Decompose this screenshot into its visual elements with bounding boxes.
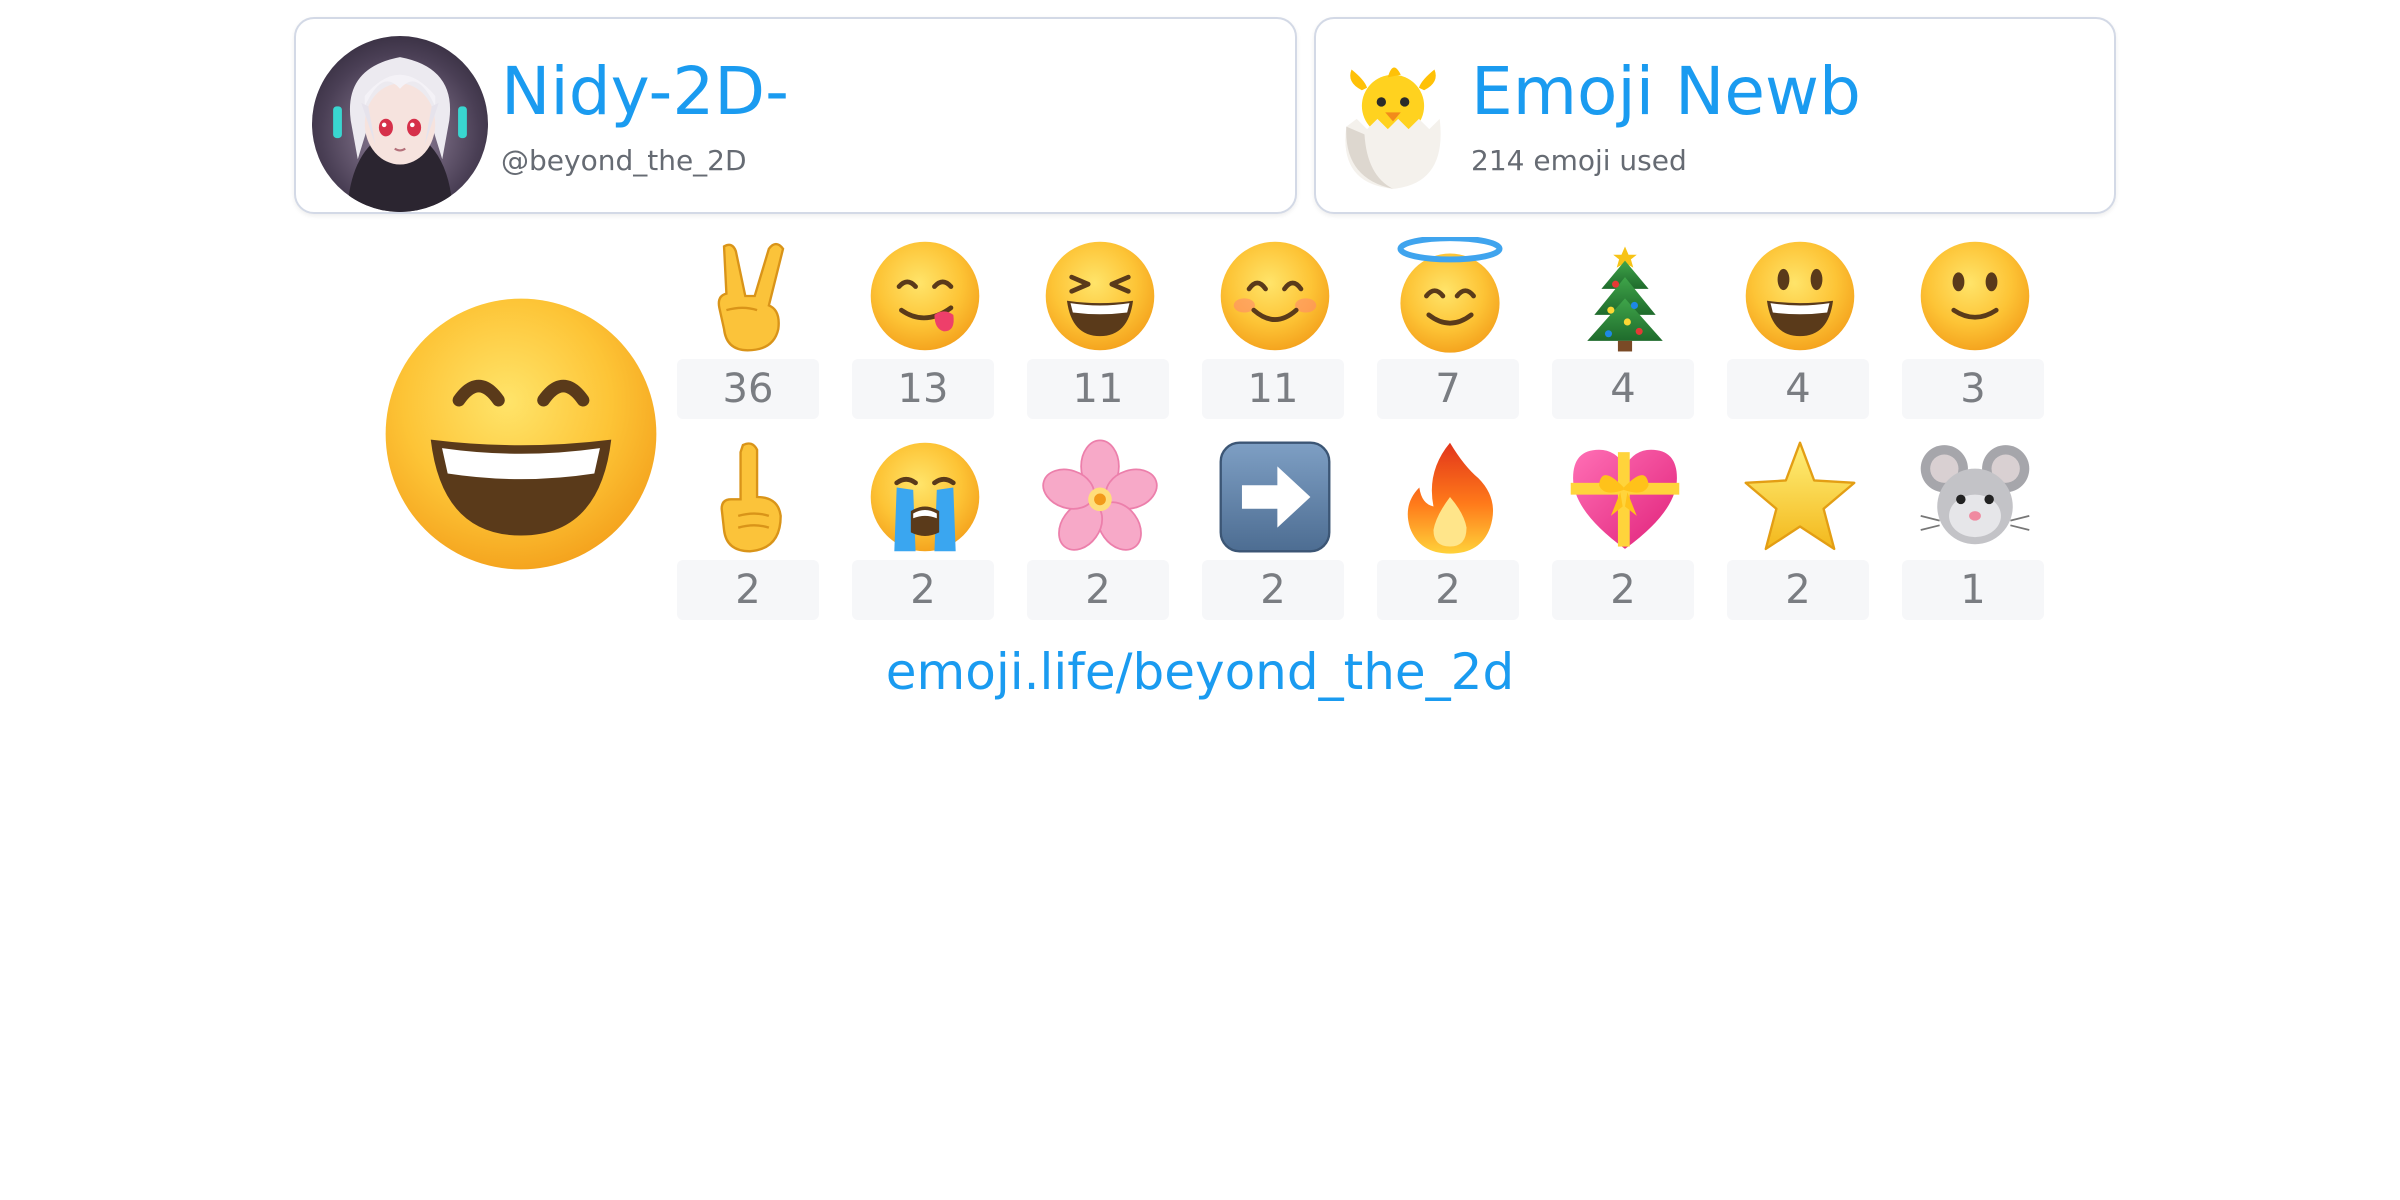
emoji-stat-item[interactable]: 2 xyxy=(852,438,994,622)
grinning-face-big-eyes-icon xyxy=(1741,237,1859,355)
emoji-stat-item[interactable]: 1 xyxy=(1902,438,2044,622)
emoji-count: 2 xyxy=(1202,560,1344,620)
heart-with-ribbon-icon xyxy=(1566,438,1684,556)
victory-hand-icon xyxy=(691,237,809,355)
emoji-count: 2 xyxy=(1727,560,1869,620)
user-handle: @beyond_the_2D xyxy=(501,144,747,177)
emoji-stat-item[interactable]: 11 xyxy=(1202,237,1344,421)
emoji-stats-grid: 36 13 11 11 7 4 4 3 2 2 2 2 2 2 2 1 xyxy=(677,237,2044,622)
squinting-laughing-face-icon xyxy=(1041,237,1159,355)
fire-icon xyxy=(1391,438,1509,556)
avatar[interactable] xyxy=(312,36,488,212)
emoji-stat-item[interactable]: 7 xyxy=(1377,237,1519,421)
emoji-stat-item[interactable]: 2 xyxy=(1027,438,1169,622)
smiling-face-with-halo-icon xyxy=(1391,237,1509,355)
right-arrow-icon xyxy=(1216,438,1334,556)
emoji-stat-item[interactable]: 4 xyxy=(1727,237,1869,421)
emoji-count: 11 xyxy=(1202,359,1344,419)
emoji-stat-item[interactable]: 36 xyxy=(677,237,819,421)
emoji-count: 13 xyxy=(852,359,994,419)
emoji-stat-item[interactable]: 11 xyxy=(1027,237,1169,421)
emoji-stat-item[interactable]: 2 xyxy=(1552,438,1694,622)
hatching-chick-icon xyxy=(1328,54,1458,194)
emoji-stat-item[interactable]: 13 xyxy=(852,237,994,421)
emoji-count: 36 xyxy=(677,359,819,419)
cherry-blossom-icon xyxy=(1041,438,1159,556)
emoji-stat-item[interactable]: 2 xyxy=(1377,438,1519,622)
emoji-count: 1 xyxy=(1902,560,2044,620)
emoji-count: 4 xyxy=(1552,359,1694,419)
slightly-smiling-face-icon xyxy=(1916,237,2034,355)
emoji-stat-item[interactable]: 4 xyxy=(1552,237,1694,421)
emoji-count: 7 xyxy=(1377,359,1519,419)
mouse-face-icon xyxy=(1916,438,2034,556)
emoji-count: 3 xyxy=(1902,359,2044,419)
profile-link[interactable]: emoji.life/beyond_the_2d xyxy=(800,647,1600,697)
emoji-stat-item[interactable]: 2 xyxy=(677,438,819,622)
christmas-tree-icon xyxy=(1566,237,1684,355)
emoji-count: 2 xyxy=(1377,560,1519,620)
emoji-count: 2 xyxy=(1552,560,1694,620)
rank-title: Emoji Newb xyxy=(1471,53,1861,130)
display-name[interactable]: Nidy-2D- xyxy=(501,59,789,125)
emoji-count: 2 xyxy=(677,560,819,620)
emoji-count: 2 xyxy=(852,560,994,620)
emoji-stat-item[interactable]: 3 xyxy=(1902,237,2044,421)
star-icon xyxy=(1741,438,1859,556)
loudly-crying-face-icon xyxy=(866,438,984,556)
profile-card[interactable]: Nidy-2D- @beyond_the_2D xyxy=(294,17,1297,214)
emoji-stat-item[interactable]: 2 xyxy=(1727,438,1869,622)
smiling-face-with-smiling-eyes-icon xyxy=(1216,237,1334,355)
emoji-count: 2 xyxy=(1027,560,1169,620)
emoji-used-count: 214 emoji used xyxy=(1471,144,1687,177)
index-pointing-up-icon xyxy=(691,438,809,556)
emoji-stat-item[interactable]: 2 xyxy=(1202,438,1344,622)
grinning-face-with-smiling-eyes-icon xyxy=(380,293,662,575)
emoji-count: 11 xyxy=(1027,359,1169,419)
emoji-count: 4 xyxy=(1727,359,1869,419)
face-savoring-food-icon xyxy=(866,237,984,355)
rank-card[interactable]: Emoji Newb 214 emoji used xyxy=(1314,17,2116,214)
